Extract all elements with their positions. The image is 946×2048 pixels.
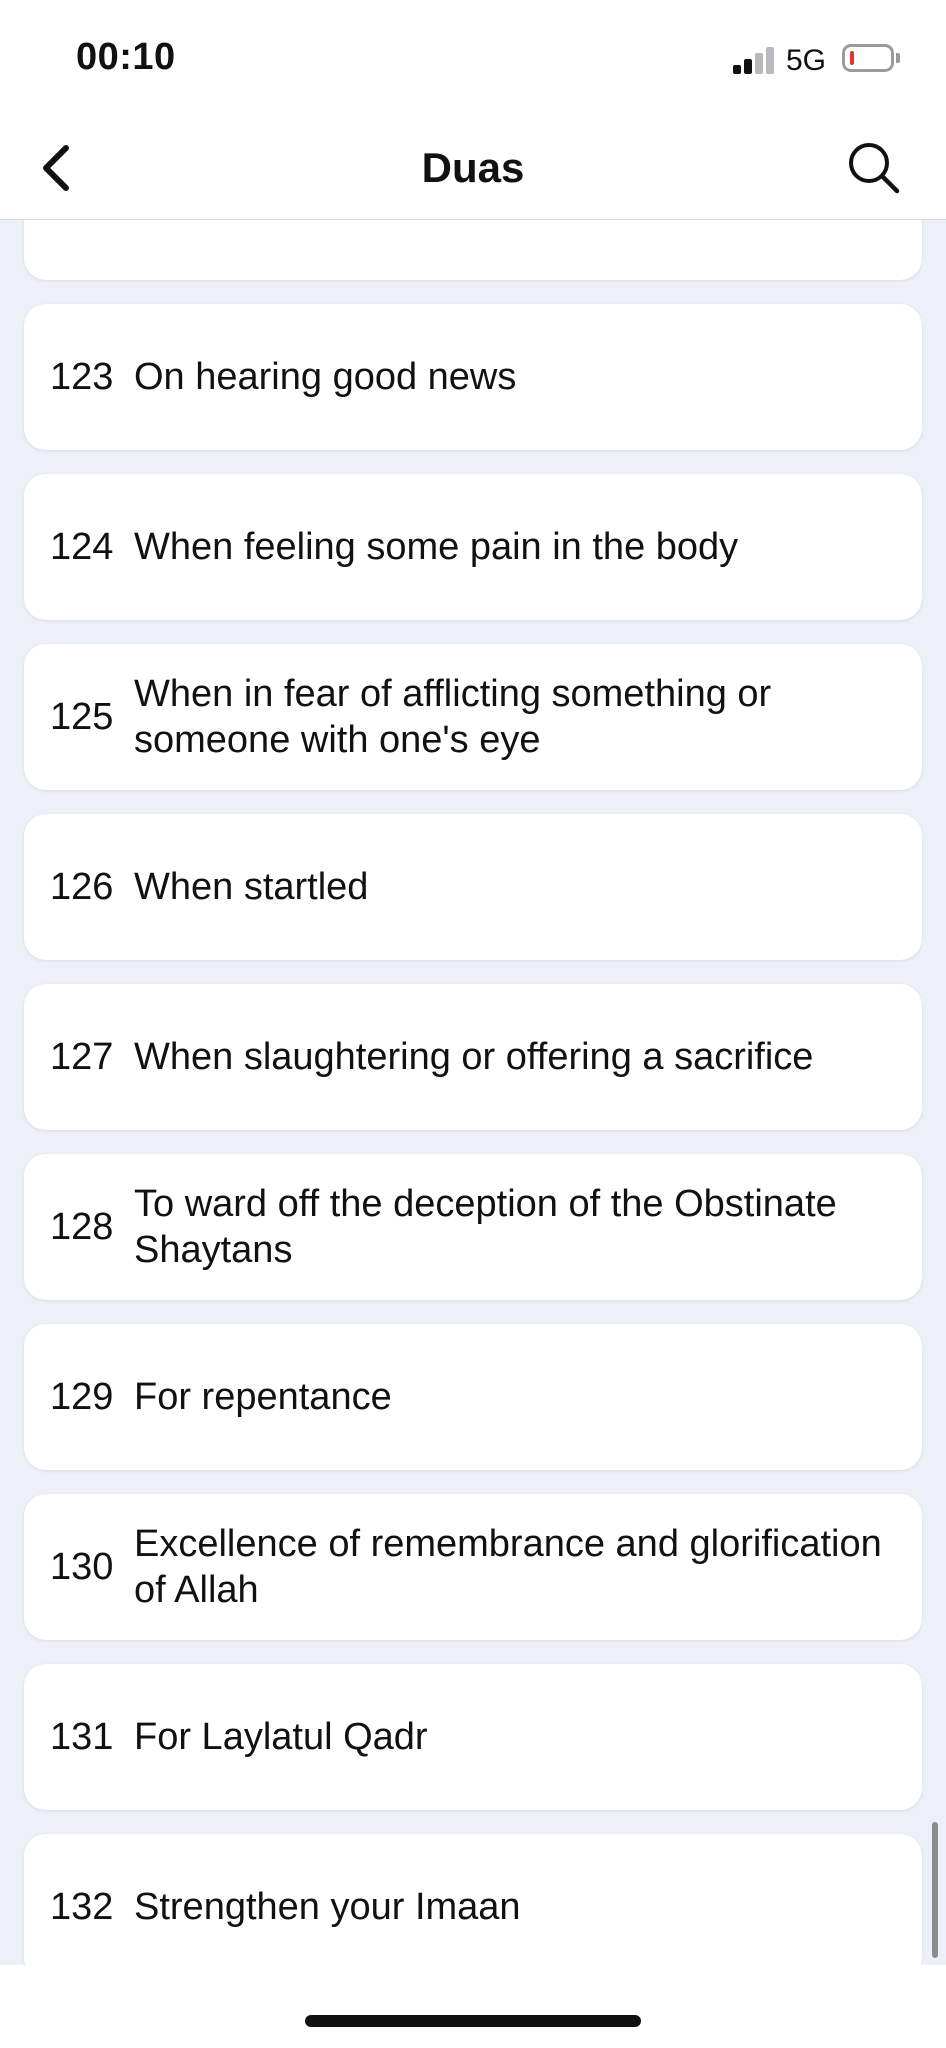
dua-title: When slaughtering or offering a sacrific… <box>134 1036 814 1078</box>
search-button[interactable] <box>838 132 910 204</box>
dua-number: 132 <box>50 1885 114 1928</box>
signal-bar <box>744 59 752 74</box>
battery-level <box>850 51 854 65</box>
dua-number: 125 <box>50 695 114 738</box>
dua-title: Strengthen your Imaan <box>134 1886 521 1928</box>
dua-number: 123 <box>50 355 114 398</box>
dua-number: 129 <box>50 1375 114 1418</box>
dua-list-item[interactable]: 126 When startled <box>24 814 922 960</box>
battery-tip <box>896 53 900 63</box>
dua-number: 131 <box>50 1715 114 1758</box>
navigation-bar: Duas <box>0 120 946 220</box>
dua-title: For repentance <box>134 1376 392 1418</box>
dua-number: 127 <box>50 1035 114 1078</box>
page-title: Duas <box>421 144 525 191</box>
status-time: 00:10 <box>76 36 176 78</box>
signal-strength-icon <box>733 46 775 74</box>
dua-number: 128 <box>50 1205 114 1248</box>
dua-number: 124 <box>50 525 114 568</box>
dua-title: When startled <box>134 866 369 908</box>
signal-bar <box>733 65 741 74</box>
dua-number: 130 <box>50 1545 114 1588</box>
home-indicator-area <box>0 1965 946 2048</box>
chevron-left-icon <box>43 145 69 191</box>
scrollbar[interactable] <box>932 1822 938 1958</box>
signal-bar <box>755 53 763 74</box>
dua-list-item[interactable]: 130 Excellence of remembrance and glorif… <box>24 1494 922 1640</box>
dua-list-item[interactable]: 131 For Laylatul Qadr <box>24 1664 922 1810</box>
dua-list-item[interactable]: 123 On hearing good news <box>24 304 922 450</box>
dua-list-item[interactable]: 128 To ward off the deception of the Obs… <box>24 1154 922 1300</box>
signal-bar <box>766 47 774 74</box>
dua-list-item[interactable]: 132 Strengthen your Imaan <box>24 1834 922 1965</box>
dua-title: When feeling some pain in the body <box>134 526 739 568</box>
back-button[interactable] <box>20 132 92 204</box>
status-bar: 00:10 5G <box>0 0 946 120</box>
dua-list-item[interactable]: 129 For repentance <box>24 1324 922 1470</box>
dua-title: Excellence of remembrance and glorificat… <box>134 1523 882 1611</box>
dua-title: To ward off the deception of the Obstina… <box>134 1183 837 1271</box>
dua-number: 126 <box>50 865 114 908</box>
dua-title: On hearing good news <box>134 356 517 398</box>
network-type: 5G <box>786 44 827 77</box>
dua-list-item[interactable] <box>24 220 922 280</box>
dua-list-item[interactable]: 125 When in fear of afflicting something… <box>24 644 922 790</box>
dua-list-item[interactable]: 124 When feeling some pain in the body <box>24 474 922 620</box>
dua-list-item[interactable]: 127 When slaughtering or offering a sacr… <box>24 984 922 1130</box>
search-icon <box>849 143 900 194</box>
battery-icon <box>842 44 894 72</box>
duas-list-viewport[interactable]: 123 On hearing good news 124 When feelin… <box>0 220 946 1965</box>
dua-title: When in fear of afflicting something or … <box>134 673 772 761</box>
home-indicator[interactable] <box>305 2015 641 2027</box>
dua-title: For Laylatul Qadr <box>134 1716 428 1758</box>
